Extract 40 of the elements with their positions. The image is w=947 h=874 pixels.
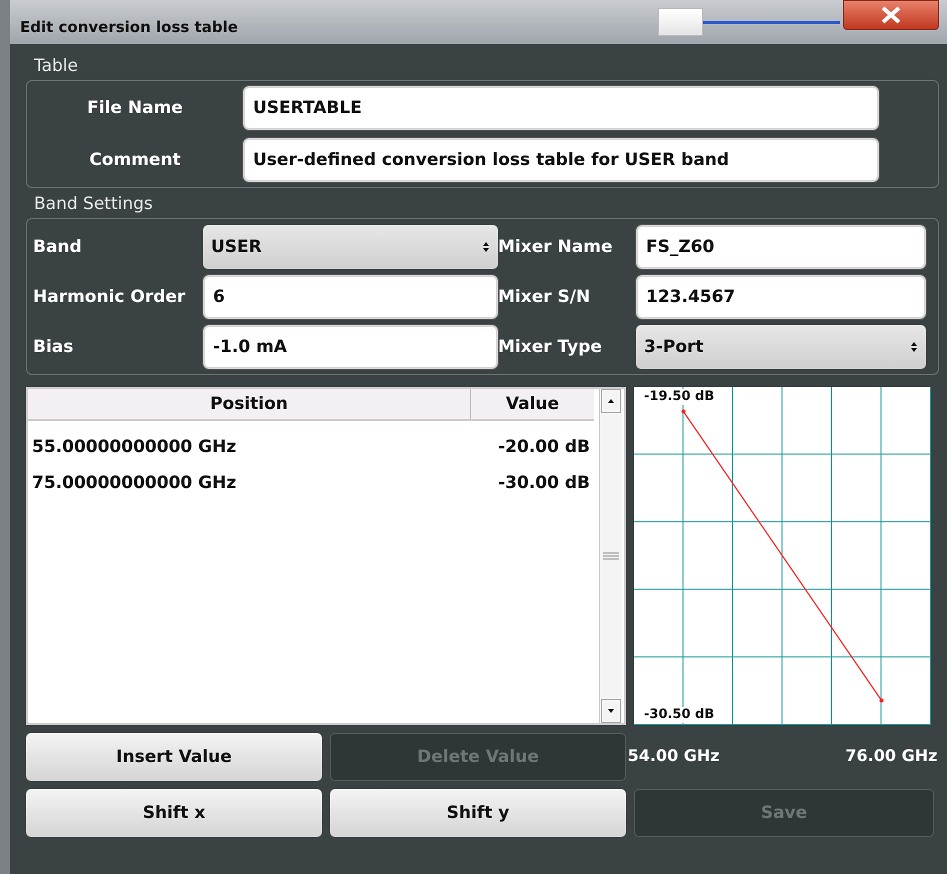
text-field[interactable]: 123.4567 bbox=[636, 275, 926, 319]
spinner-arrows-icon bbox=[482, 241, 490, 253]
action-button[interactable]: Shift y bbox=[330, 789, 626, 837]
field-label: File Name bbox=[86, 98, 184, 118]
group-title: Table bbox=[34, 56, 79, 76]
table-cell: -20.00 dB bbox=[498, 437, 590, 457]
text-field[interactable]: USERTABLE bbox=[243, 86, 879, 130]
text-field[interactable]: -1.0 mA bbox=[203, 325, 498, 369]
window-title: Edit conversion loss table bbox=[20, 18, 238, 36]
field-label: Mixer Name bbox=[498, 237, 614, 257]
table-cell: -30.00 dB bbox=[498, 473, 590, 493]
column-header[interactable]: Value bbox=[471, 389, 594, 419]
scrollbar[interactable] bbox=[599, 389, 622, 723]
field-label: Comment bbox=[88, 150, 182, 170]
axis-label: -19.50 dB bbox=[642, 389, 716, 406]
action-button[interactable]: Insert Value bbox=[26, 733, 322, 781]
group-title: Band Settings bbox=[34, 194, 154, 214]
table-cell: 75.00000000000 GHz bbox=[32, 473, 236, 493]
text-field[interactable]: 6 bbox=[203, 275, 498, 319]
text-field[interactable]: FS_Z60 bbox=[636, 225, 926, 269]
axis-label: 54.00 GHz bbox=[628, 746, 720, 765]
close-icon bbox=[880, 6, 902, 24]
field-label: Mixer Type bbox=[498, 337, 603, 357]
table-cell: 55.00000000000 GHz bbox=[32, 437, 236, 457]
field-label: Band bbox=[33, 237, 83, 257]
field-label: Harmonic Order bbox=[33, 287, 186, 307]
field-label: Bias bbox=[33, 337, 74, 357]
close-button[interactable] bbox=[843, 0, 939, 30]
action-button[interactable]: Shift x bbox=[26, 789, 322, 837]
text-field[interactable]: User-defined conversion loss table for USER band bbox=[243, 138, 879, 182]
column-header[interactable]: Position bbox=[28, 389, 471, 419]
field-label: Mixer S/N bbox=[498, 287, 592, 307]
scroll-up-icon[interactable] bbox=[601, 389, 621, 413]
dropdown[interactable]: 3-Port bbox=[636, 325, 926, 369]
scroll-down-icon[interactable] bbox=[601, 699, 621, 723]
scroll-grip-icon[interactable] bbox=[603, 552, 619, 560]
axis-label: -30.50 dB bbox=[642, 706, 716, 723]
axis-label: 76.00 GHz bbox=[845, 746, 938, 765]
dropdown[interactable]: USER bbox=[203, 225, 498, 269]
spinner-arrows-icon bbox=[910, 341, 918, 353]
